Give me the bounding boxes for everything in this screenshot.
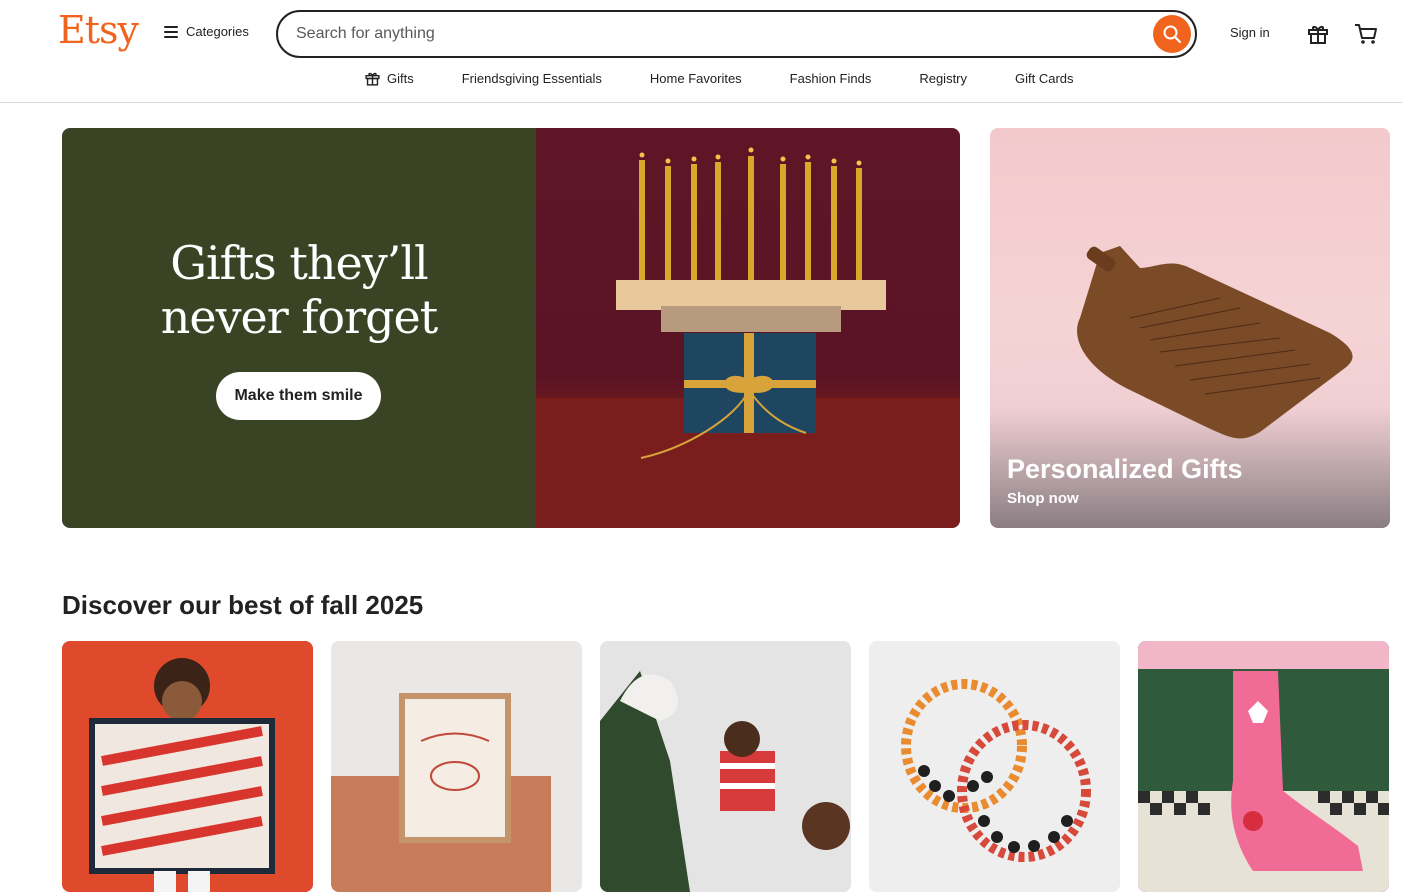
hero-title-line: Gifts they’ll [170, 236, 429, 290]
cart-button[interactable] [1353, 22, 1379, 51]
cart-icon [1355, 24, 1377, 44]
menorah-gift-illustration [536, 147, 960, 528]
nav-item-label: Home Favorites [649, 71, 742, 86]
categories-button[interactable]: Categories [164, 24, 249, 39]
gift-icon [365, 72, 380, 86]
cowboy-stocking-photo [1138, 641, 1389, 892]
nav-item-label: Fashion Finds [789, 71, 872, 86]
personalized-gifts-promo[interactable]: Personalized Gifts Shop now [990, 128, 1390, 528]
scarf-photo [62, 641, 313, 892]
nav-item-label: Gift Cards [1015, 71, 1074, 86]
search-input[interactable] [296, 25, 1116, 43]
search-bar [276, 10, 1197, 58]
gift-icon [1308, 26, 1328, 44]
nav-item-label: Gifts [387, 71, 414, 86]
dove-ornament-photo [600, 641, 851, 892]
nav-item-registry[interactable]: Registry [895, 70, 991, 87]
site-header: Etsy Categories Sign in [0, 0, 1402, 103]
nav-item-gifts[interactable]: Gifts [340, 70, 438, 87]
product-card-friendsgiving-sign[interactable] [331, 641, 582, 892]
make-them-smile-button[interactable]: Make them smile [216, 372, 381, 420]
nav-item-home-favorites[interactable]: Home Favorites [626, 70, 766, 87]
product-card-cowboy-stocking[interactable] [1138, 641, 1389, 892]
hero-banner[interactable]: Gifts they’ll never forget Make them smi… [62, 128, 960, 528]
nav-item-label: Friendsgiving Essentials [461, 71, 602, 86]
product-card-scarf[interactable] [62, 641, 313, 892]
category-nav: Gifts Friendsgiving Essentials Home Favo… [340, 70, 1098, 87]
nav-item-fashion-finds[interactable]: Fashion Finds [766, 70, 896, 87]
search-icon [1163, 25, 1182, 44]
gift-mode-button[interactable] [1306, 22, 1330, 51]
hamburger-icon [164, 25, 178, 38]
nav-item-friendsgiving[interactable]: Friendsgiving Essentials [438, 70, 626, 87]
hero-title-line: never forget [160, 290, 439, 344]
bracelets-photo [869, 641, 1120, 892]
nav-item-gift-cards[interactable]: Gift Cards [991, 70, 1098, 87]
promo-title: Personalized Gifts [1007, 454, 1243, 484]
search-button[interactable] [1153, 15, 1191, 53]
section-title: Discover our best of fall 2025 [62, 590, 424, 620]
friendsgiving-sign-photo [331, 641, 582, 892]
hero-image-menorah [536, 128, 960, 528]
product-card-bracelets[interactable] [869, 641, 1120, 892]
etsy-logo[interactable]: Etsy [58, 8, 139, 52]
promo-shop-now-link[interactable]: Shop now [1007, 490, 1079, 507]
categories-label: Categories [186, 24, 249, 39]
hero-text-panel: Gifts they’ll never forget Make them smi… [62, 128, 536, 528]
sign-in-link[interactable]: Sign in [1230, 25, 1270, 40]
hero-title: Gifts they’ll never forget [62, 236, 536, 344]
product-card-dove-ornament[interactable] [600, 641, 851, 892]
nav-item-label: Registry [919, 71, 968, 86]
